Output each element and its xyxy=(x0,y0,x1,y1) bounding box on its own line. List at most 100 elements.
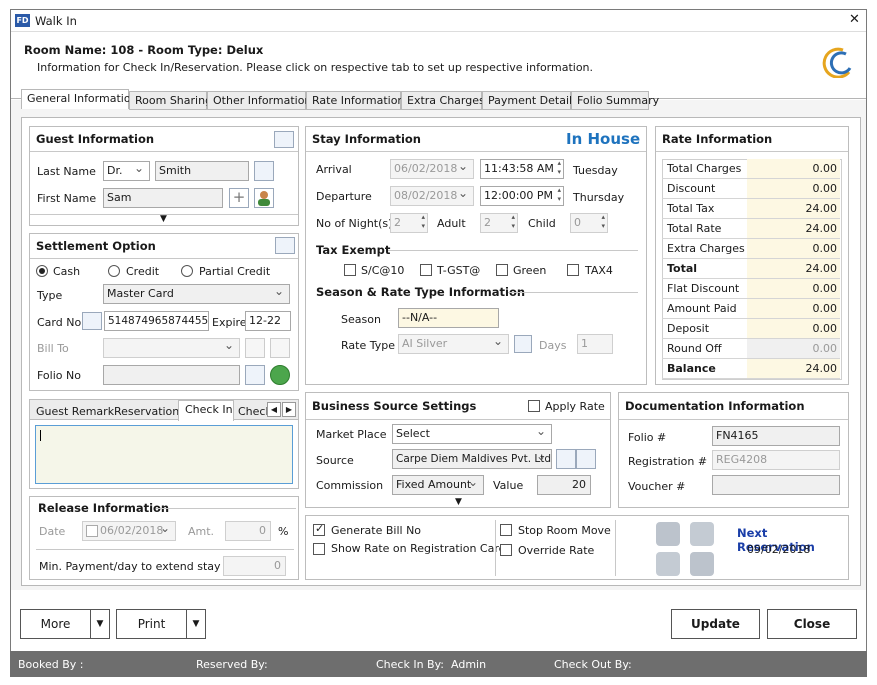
card-swipe-icon[interactable] xyxy=(275,237,295,254)
generate-bill-checkbox[interactable] xyxy=(313,524,325,536)
last-name-input[interactable]: Smith xyxy=(155,161,249,181)
card-icon[interactable] xyxy=(82,312,102,330)
commission-select[interactable]: Fixed Amount xyxy=(392,475,484,495)
folio-no-input[interactable] xyxy=(103,365,240,385)
tab-general-information[interactable]: General Information xyxy=(21,89,129,109)
credit-radio[interactable] xyxy=(108,265,120,277)
arrival-date-input[interactable]: 06/02/2018 xyxy=(390,159,474,179)
checklist-icon[interactable] xyxy=(690,522,714,546)
folio-hash-input[interactable]: FN4165 xyxy=(712,426,840,446)
check-in-by-label: Check In By: xyxy=(376,658,444,671)
bill-to-lookup-icon[interactable] xyxy=(245,338,265,358)
departure-label: Departure xyxy=(316,190,372,203)
commission-value-input[interactable]: 20 xyxy=(537,475,591,495)
tab-other-information[interactable]: Other Information xyxy=(207,91,306,110)
tax-green-checkbox[interactable] xyxy=(496,264,508,276)
expire-input[interactable]: 12-22 xyxy=(245,311,291,331)
override-rate-checkbox[interactable] xyxy=(500,544,512,556)
add-guest-icon[interactable]: + xyxy=(229,188,249,208)
days-input[interactable]: 1 xyxy=(577,334,613,354)
bill-to-add-icon[interactable] xyxy=(270,338,290,358)
tax-sc-checkbox[interactable] xyxy=(344,264,356,276)
stop-room-move-checkbox[interactable] xyxy=(500,524,512,536)
adult-input[interactable]: 2 xyxy=(480,213,518,233)
nights-input[interactable]: 2 xyxy=(390,213,428,233)
override-rate-label: Override Rate xyxy=(518,544,594,557)
rate-row: Extra Charges0.00 xyxy=(662,239,840,259)
rate-row: Total Charges0.00 xyxy=(662,159,840,179)
rate-row: Total24.00 xyxy=(662,259,840,279)
release-amt-input[interactable]: 0 xyxy=(225,521,271,541)
rate-row-label: Extra Charges xyxy=(667,242,745,255)
tab-room-sharing[interactable]: Room Sharing xyxy=(129,91,207,110)
source-select[interactable]: Carpe Diem Maldives Pvt. Ltd xyxy=(392,449,552,469)
more-button[interactable]: More xyxy=(20,609,90,639)
guest-profile-icon[interactable] xyxy=(254,188,274,208)
rate-type-select[interactable]: AI Silver xyxy=(398,334,509,354)
card-number-input[interactable]: 5148749658744558700 xyxy=(104,311,209,331)
close-button[interactable]: Close xyxy=(767,609,857,639)
last-name-label: Last Name xyxy=(37,165,96,178)
room-line: Room Name: 108 - Room Type: Delux xyxy=(24,43,263,57)
tab-extra-charges[interactable]: Extra Charges xyxy=(401,91,482,110)
rate-row-value: 0.00 xyxy=(747,159,840,178)
print-dropdown-icon[interactable]: ▼ xyxy=(186,609,206,639)
departure-day: Thursday xyxy=(573,191,624,204)
min-payment-input[interactable]: 0 xyxy=(223,556,286,576)
registration-label: Registration # xyxy=(628,455,707,468)
amt-label: Amt. xyxy=(188,525,214,538)
tax-gst-checkbox[interactable] xyxy=(420,264,432,276)
rate-row: Total Rate24.00 xyxy=(662,219,840,239)
bill-to-select[interactable] xyxy=(103,338,240,358)
tax-gst-label: T-GST@ xyxy=(437,264,480,277)
remark-textarea[interactable] xyxy=(35,425,293,484)
child-input[interactable]: 0 xyxy=(570,213,608,233)
tax-exempt-title: Tax Exempt xyxy=(316,243,390,257)
expire-label: Expire xyxy=(212,316,247,329)
tab-payment-details[interactable]: Payment Details xyxy=(482,91,571,110)
market-place-select[interactable]: Select xyxy=(392,424,552,444)
voucher-input[interactable] xyxy=(712,475,840,495)
close-icon[interactable]: ✕ xyxy=(849,12,860,27)
rate-row: Round Off0.00 xyxy=(662,339,840,359)
tab-folio-summary[interactable]: Folio Summary xyxy=(571,91,649,110)
group-guests-icon[interactable] xyxy=(656,522,680,546)
id-card-icon[interactable] xyxy=(274,131,294,148)
season-input[interactable]: --N/A-- xyxy=(398,308,499,328)
refresh-icon[interactable] xyxy=(270,365,290,385)
guest-lookup-icon[interactable] xyxy=(254,161,274,181)
folio-lookup-icon[interactable] xyxy=(245,365,265,385)
departure-date-input[interactable]: 08/02/2018 xyxy=(390,186,474,206)
release-date-checkbox[interactable] xyxy=(86,525,98,537)
source-lookup-icon[interactable] xyxy=(556,449,576,469)
rate-type-lookup-icon[interactable] xyxy=(514,335,532,353)
show-rate-checkbox[interactable] xyxy=(313,543,325,555)
settlement-title: Settlement Option xyxy=(36,239,156,253)
tax4-checkbox[interactable] xyxy=(567,264,579,276)
more-dropdown-icon[interactable]: ▼ xyxy=(90,609,110,639)
registration-input[interactable]: REG4208 xyxy=(712,450,840,470)
tab-rate-information[interactable]: Rate Information xyxy=(306,91,401,110)
expand-arrow-icon[interactable]: ▼ xyxy=(160,214,167,224)
tab-check-in-remark[interactable]: Check In xyxy=(185,403,233,416)
arrival-time-input[interactable]: 11:43:58 AM xyxy=(480,159,564,179)
guest-notes-icon[interactable] xyxy=(690,552,714,576)
window-title: Walk In xyxy=(35,14,77,28)
update-button[interactable]: Update xyxy=(671,609,760,639)
print-button[interactable]: Print xyxy=(116,609,186,639)
tab-scroll-right-icon[interactable]: ▶ xyxy=(282,402,296,417)
departure-time-input[interactable]: 12:00:00 PM xyxy=(480,186,564,206)
first-name-input[interactable]: Sam xyxy=(103,188,223,208)
tab-guest-remark[interactable]: Guest Remark xyxy=(36,405,114,418)
cash-radio[interactable] xyxy=(36,265,48,277)
guest-card-icon[interactable] xyxy=(656,552,680,576)
tab-reservation-remark[interactable]: Reservation xyxy=(114,405,179,418)
apply-rate-checkbox[interactable] xyxy=(528,400,540,412)
partial-credit-radio[interactable] xyxy=(181,265,193,277)
tab-scroll-left-icon[interactable]: ◀ xyxy=(267,402,281,417)
rate-row-label: Flat Discount xyxy=(667,282,739,295)
card-type-select[interactable]: Master Card xyxy=(103,284,290,304)
salutation-select[interactable]: Dr. xyxy=(103,161,150,181)
business-expand-icon[interactable]: ▼ xyxy=(455,497,462,507)
source-add-icon[interactable] xyxy=(576,449,596,469)
